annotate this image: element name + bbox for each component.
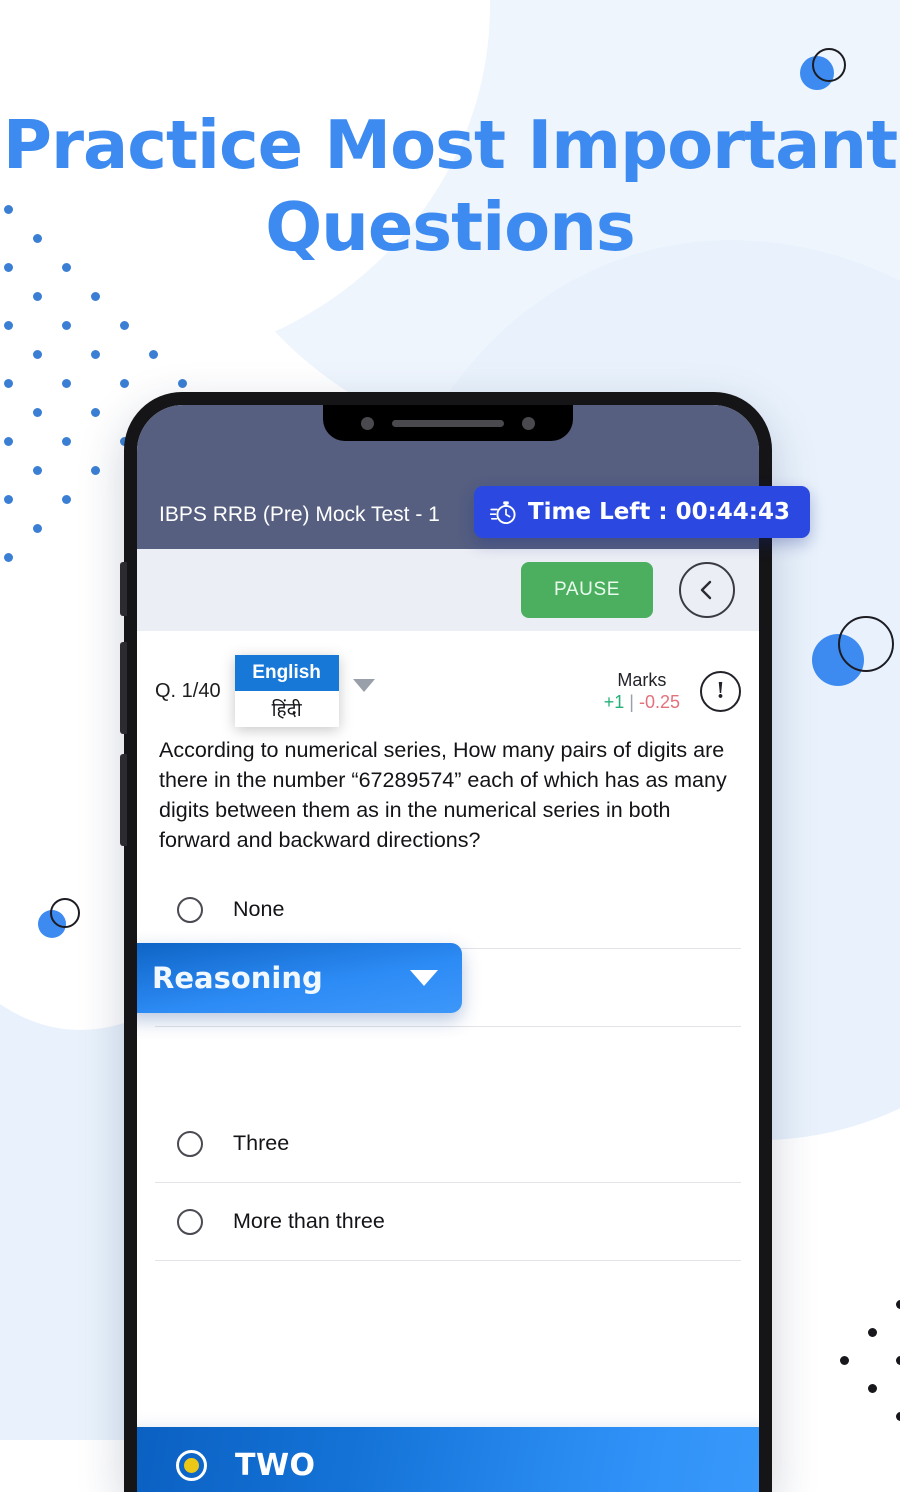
decorative-dot (896, 1356, 900, 1365)
chevron-down-icon (410, 970, 438, 986)
decorative-dot (62, 495, 71, 504)
question-counter: Q. 1/40 (155, 679, 221, 702)
option-label: TWO (235, 1447, 316, 1483)
marks-separator: | (629, 692, 634, 712)
decorative-dot (149, 350, 158, 359)
marks-positive: +1 (603, 692, 625, 712)
phone-side-button-volume-up (120, 642, 127, 734)
front-camera-icon (361, 416, 374, 430)
decorative-dot (178, 379, 187, 388)
decorative-dot (62, 321, 71, 330)
phone-side-button-mute (120, 562, 127, 616)
question-text: According to numerical series, How many … (159, 738, 727, 852)
decorative-dot (868, 1384, 877, 1393)
question-sheet: Q. 1/40 English हिंदी Marks +1 | -0.25 !… (137, 631, 759, 1492)
marks-block: Marks +1 | -0.25 (604, 669, 680, 714)
decorative-dot (62, 379, 71, 388)
option-row[interactable]: None (155, 871, 741, 949)
radio-unselected-icon (177, 896, 203, 923)
marks-values: +1 | -0.25 (604, 691, 680, 714)
earpiece-speaker (392, 419, 504, 427)
chevron-left-icon (700, 580, 712, 600)
info-button[interactable]: ! (700, 670, 741, 712)
decorative-dot (4, 437, 13, 446)
test-title: IBPS RRB (Pre) Mock Test - 1 (159, 503, 440, 526)
decorative-dot (896, 1300, 900, 1309)
phone-notch (323, 405, 573, 441)
phone-side-button-volume-down (120, 754, 127, 846)
decorative-dot (868, 1328, 877, 1337)
radio-unselected-icon (177, 1130, 203, 1157)
option-row[interactable]: Three (155, 1105, 741, 1183)
option-row-selected[interactable]: TWO (137, 1427, 759, 1492)
subject-dropdown[interactable]: Reasoning (137, 943, 462, 1013)
option-row[interactable]: More than three (155, 1183, 741, 1261)
marks-label: Marks (617, 669, 667, 690)
decorative-dot (4, 379, 13, 388)
decorative-dot (33, 292, 42, 301)
stopwatch-icon (489, 501, 516, 525)
pause-button[interactable]: PAUSE (521, 562, 653, 618)
back-button[interactable] (679, 562, 735, 618)
marks-negative: -0.25 (638, 692, 680, 712)
phone-mockup: IBPS RRB (Pre) Mock Test - 1 PAUSE Q. 1/… (120, 392, 810, 1492)
decorative-dot (33, 408, 42, 417)
phone-screen: IBPS RRB (Pre) Mock Test - 1 PAUSE Q. 1/… (137, 405, 759, 1492)
decorative-dot (91, 408, 100, 417)
time-left-chip: Time Left : 00:44:43 (473, 486, 810, 538)
decorative-dot (120, 321, 129, 330)
option-label: Three (233, 1131, 290, 1155)
decorative-dot (33, 466, 42, 475)
decorative-dot (33, 350, 42, 359)
decorative-dot (4, 495, 13, 504)
language-dropdown[interactable]: English हिंदी (234, 655, 339, 727)
radio-unselected-icon (177, 1208, 203, 1235)
option-label: None (233, 897, 285, 921)
decorative-dot (91, 292, 100, 301)
option-label: More than three (233, 1209, 385, 1233)
decorative-dot (33, 524, 42, 533)
decorative-dot (840, 1356, 849, 1365)
radio-selected-icon (176, 1449, 207, 1481)
decorative-dot (4, 553, 13, 562)
language-option-english[interactable]: English (234, 655, 339, 691)
language-dropdown-caret-icon[interactable] (352, 678, 375, 692)
time-left-label: Time Left : 00:44:43 (527, 499, 790, 525)
decorative-dot (91, 466, 100, 475)
decorative-dot (120, 379, 129, 388)
test-toolbar: PAUSE (137, 549, 759, 631)
decorative-dot (896, 1412, 900, 1421)
question-meta-row: Q. 1/40 English हिंदी Marks +1 | -0.25 ! (155, 631, 741, 733)
subject-label: Reasoning (152, 961, 323, 995)
options-list: NoneOneThreeMore than three (155, 871, 741, 1261)
proximity-sensor-icon (522, 416, 535, 430)
decorative-dot (91, 350, 100, 359)
page-headline: Practice Most Important Questions (2, 106, 898, 266)
decorative-dot (62, 437, 71, 446)
decorative-dot (4, 321, 13, 330)
language-option-hindi[interactable]: हिंदी (234, 691, 339, 727)
